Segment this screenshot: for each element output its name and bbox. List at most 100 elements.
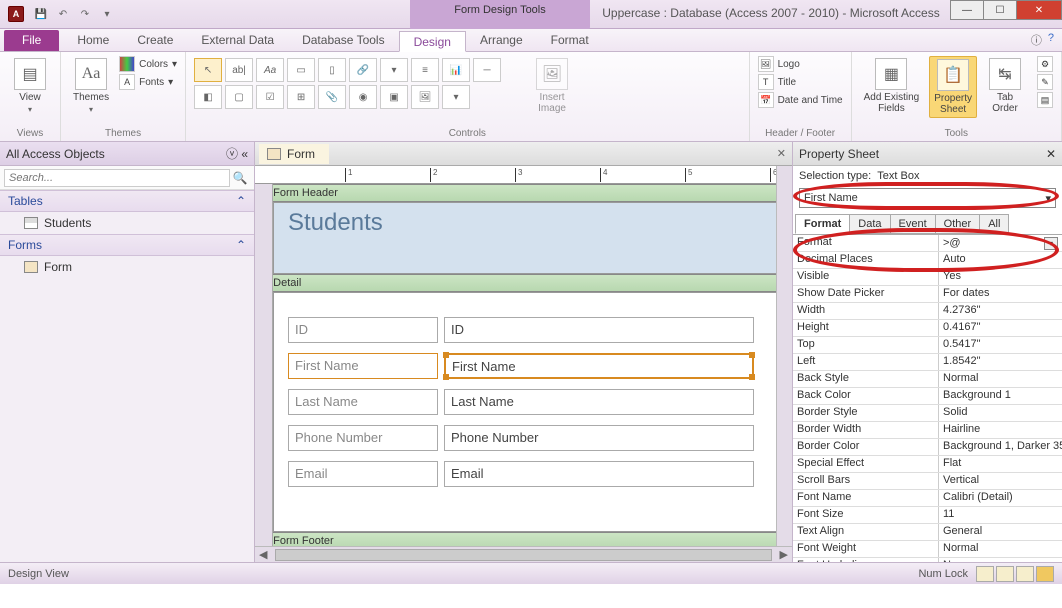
field-label[interactable]: Last Name: [288, 389, 438, 415]
control-textbox-icon[interactable]: ab|: [225, 58, 253, 82]
section-form-footer[interactable]: Form Footer: [255, 532, 792, 546]
control-unbound-icon[interactable]: ⊞: [287, 85, 315, 109]
property-row[interactable]: Left1.8542": [793, 354, 1062, 371]
property-value[interactable]: Hairline: [939, 422, 1062, 438]
field-label[interactable]: Email: [288, 461, 438, 487]
object-selector[interactable]: First Name ▾: [799, 188, 1056, 208]
control-combo-icon[interactable]: ▾: [380, 58, 408, 82]
control-rect-icon[interactable]: ▢: [225, 85, 253, 109]
field-label[interactable]: ID: [288, 317, 438, 343]
property-value[interactable]: Vertical: [939, 473, 1062, 489]
collapse-icon[interactable]: ⌃: [236, 194, 246, 208]
control-subform-icon[interactable]: ▣: [380, 85, 408, 109]
property-value[interactable]: Background 1: [939, 388, 1062, 404]
property-row[interactable]: Show Date PickerFor dates: [793, 286, 1062, 303]
property-row[interactable]: Width4.2736": [793, 303, 1062, 320]
document-tab-form[interactable]: Form: [259, 144, 329, 164]
property-value[interactable]: Calibri (Detail): [939, 490, 1062, 506]
tab-home[interactable]: Home: [63, 30, 123, 51]
property-value[interactable]: Flat: [939, 456, 1062, 472]
control-more-icon[interactable]: ▾: [442, 85, 470, 109]
control-option-icon[interactable]: ◉: [349, 85, 377, 109]
field-control[interactable]: ID: [444, 317, 754, 343]
tab-order-button[interactable]: ↹ Tab Order: [983, 56, 1027, 116]
logo-button[interactable]: 🖼Logo: [758, 56, 843, 72]
property-row[interactable]: Format>@▾: [793, 235, 1062, 252]
fonts-button[interactable]: AFonts ▾: [119, 74, 177, 90]
form-title-label[interactable]: Students: [288, 209, 383, 237]
property-value[interactable]: For dates: [939, 286, 1062, 302]
section-form-header[interactable]: Form Header: [255, 184, 792, 202]
property-row[interactable]: Font WeightNormal: [793, 541, 1062, 558]
view-datasheet-icon[interactable]: [996, 566, 1014, 582]
tool-extra3-icon[interactable]: ▤: [1037, 92, 1053, 108]
property-row[interactable]: Font Size11: [793, 507, 1062, 524]
property-value[interactable]: Auto: [939, 252, 1062, 268]
property-value[interactable]: 4.2736": [939, 303, 1062, 319]
property-row[interactable]: Decimal PlacesAuto: [793, 252, 1062, 269]
property-value[interactable]: 11: [939, 507, 1062, 523]
property-row[interactable]: Scroll BarsVertical: [793, 473, 1062, 490]
detail-body[interactable]: IDID First NameFirst Name Last NameLast Na…: [273, 292, 792, 532]
field-label[interactable]: Phone Number: [288, 425, 438, 451]
tab-format[interactable]: Format: [537, 30, 603, 51]
help-icon[interactable]: ?: [1048, 32, 1054, 48]
property-row[interactable]: VisibleYes: [793, 269, 1062, 286]
field-control[interactable]: Email: [444, 461, 754, 487]
field-row[interactable]: IDID: [288, 317, 791, 343]
view-form-icon[interactable]: [976, 566, 994, 582]
field-control[interactable]: Phone Number: [444, 425, 754, 451]
property-tab-all[interactable]: All: [979, 214, 1009, 234]
form-header-body[interactable]: Students: [273, 202, 792, 274]
property-row[interactable]: Font NameCalibri (Detail): [793, 490, 1062, 507]
property-value[interactable]: >@▾: [939, 235, 1062, 251]
colors-button[interactable]: Colors ▾: [119, 56, 177, 72]
undo-icon[interactable]: ↶: [54, 5, 72, 23]
controls-gallery[interactable]: ↖ ab| Aa ▭ ▯ 🔗 ▾ ≡ 📊 ─ ◧ ▢ ☑ ⊞ 📎 ◉ ▣ 🖼 ▾: [194, 56, 524, 109]
tab-design[interactable]: Design: [399, 31, 466, 52]
search-input[interactable]: [4, 169, 230, 187]
control-attach-icon[interactable]: 📎: [318, 85, 346, 109]
property-value[interactable]: 0.4167": [939, 320, 1062, 336]
file-tab[interactable]: File: [4, 30, 59, 51]
vertical-scrollbar[interactable]: [776, 166, 792, 546]
minimize-button[interactable]: —: [950, 0, 984, 20]
property-row[interactable]: Special EffectFlat: [793, 456, 1062, 473]
property-row[interactable]: Border ColorBackground 1, Darker 35%: [793, 439, 1062, 456]
property-value[interactable]: Solid: [939, 405, 1062, 421]
date-time-button[interactable]: 📅Date and Time: [758, 92, 843, 108]
insert-image-button[interactable]: 🖼 Insert Image: [530, 56, 574, 116]
nav-item-students[interactable]: Students: [0, 212, 254, 234]
property-row[interactable]: Back ColorBackground 1: [793, 388, 1062, 405]
control-line-icon[interactable]: ─: [473, 58, 501, 82]
property-value[interactable]: Normal: [939, 371, 1062, 387]
field-control[interactable]: Last Name: [444, 389, 754, 415]
view-design-icon[interactable]: [1036, 566, 1054, 582]
tab-create[interactable]: Create: [123, 30, 187, 51]
nav-dropdown-icon[interactable]: ⓥ: [226, 147, 238, 161]
save-icon[interactable]: 💾: [32, 5, 50, 23]
minimize-ribbon-icon[interactable]: ⓘ: [1031, 32, 1042, 48]
property-value[interactable]: No: [939, 558, 1062, 562]
themes-button[interactable]: Aa Themes ▾: [69, 56, 113, 116]
control-tab-icon[interactable]: ▯: [318, 58, 346, 82]
control-select-icon[interactable]: ↖: [194, 58, 222, 82]
nav-header[interactable]: All Access Objects ⓥ «: [0, 142, 254, 166]
control-label-icon[interactable]: Aa: [256, 58, 284, 82]
section-detail[interactable]: Detail: [255, 274, 792, 292]
maximize-button[interactable]: ☐: [983, 0, 1017, 20]
property-row[interactable]: Height0.4167": [793, 320, 1062, 337]
collapse-icon[interactable]: ⌃: [236, 238, 246, 252]
property-row[interactable]: Text AlignGeneral: [793, 524, 1062, 541]
property-row[interactable]: Border StyleSolid: [793, 405, 1062, 422]
tool-extra2-icon[interactable]: ✎: [1037, 74, 1053, 90]
tab-database-tools[interactable]: Database Tools: [288, 30, 399, 51]
field-label[interactable]: First Name: [288, 353, 438, 379]
property-value[interactable]: 1.8542": [939, 354, 1062, 370]
property-value[interactable]: 0.5417": [939, 337, 1062, 353]
control-button-icon[interactable]: ▭: [287, 58, 315, 82]
field-row[interactable]: EmailEmail: [288, 461, 791, 487]
control-toggle-icon[interactable]: ◧: [194, 85, 222, 109]
design-surface[interactable]: Form Header Students Detail IDIDFirst Na…: [255, 184, 792, 546]
field-row[interactable]: First NameFirst Name: [288, 353, 791, 379]
